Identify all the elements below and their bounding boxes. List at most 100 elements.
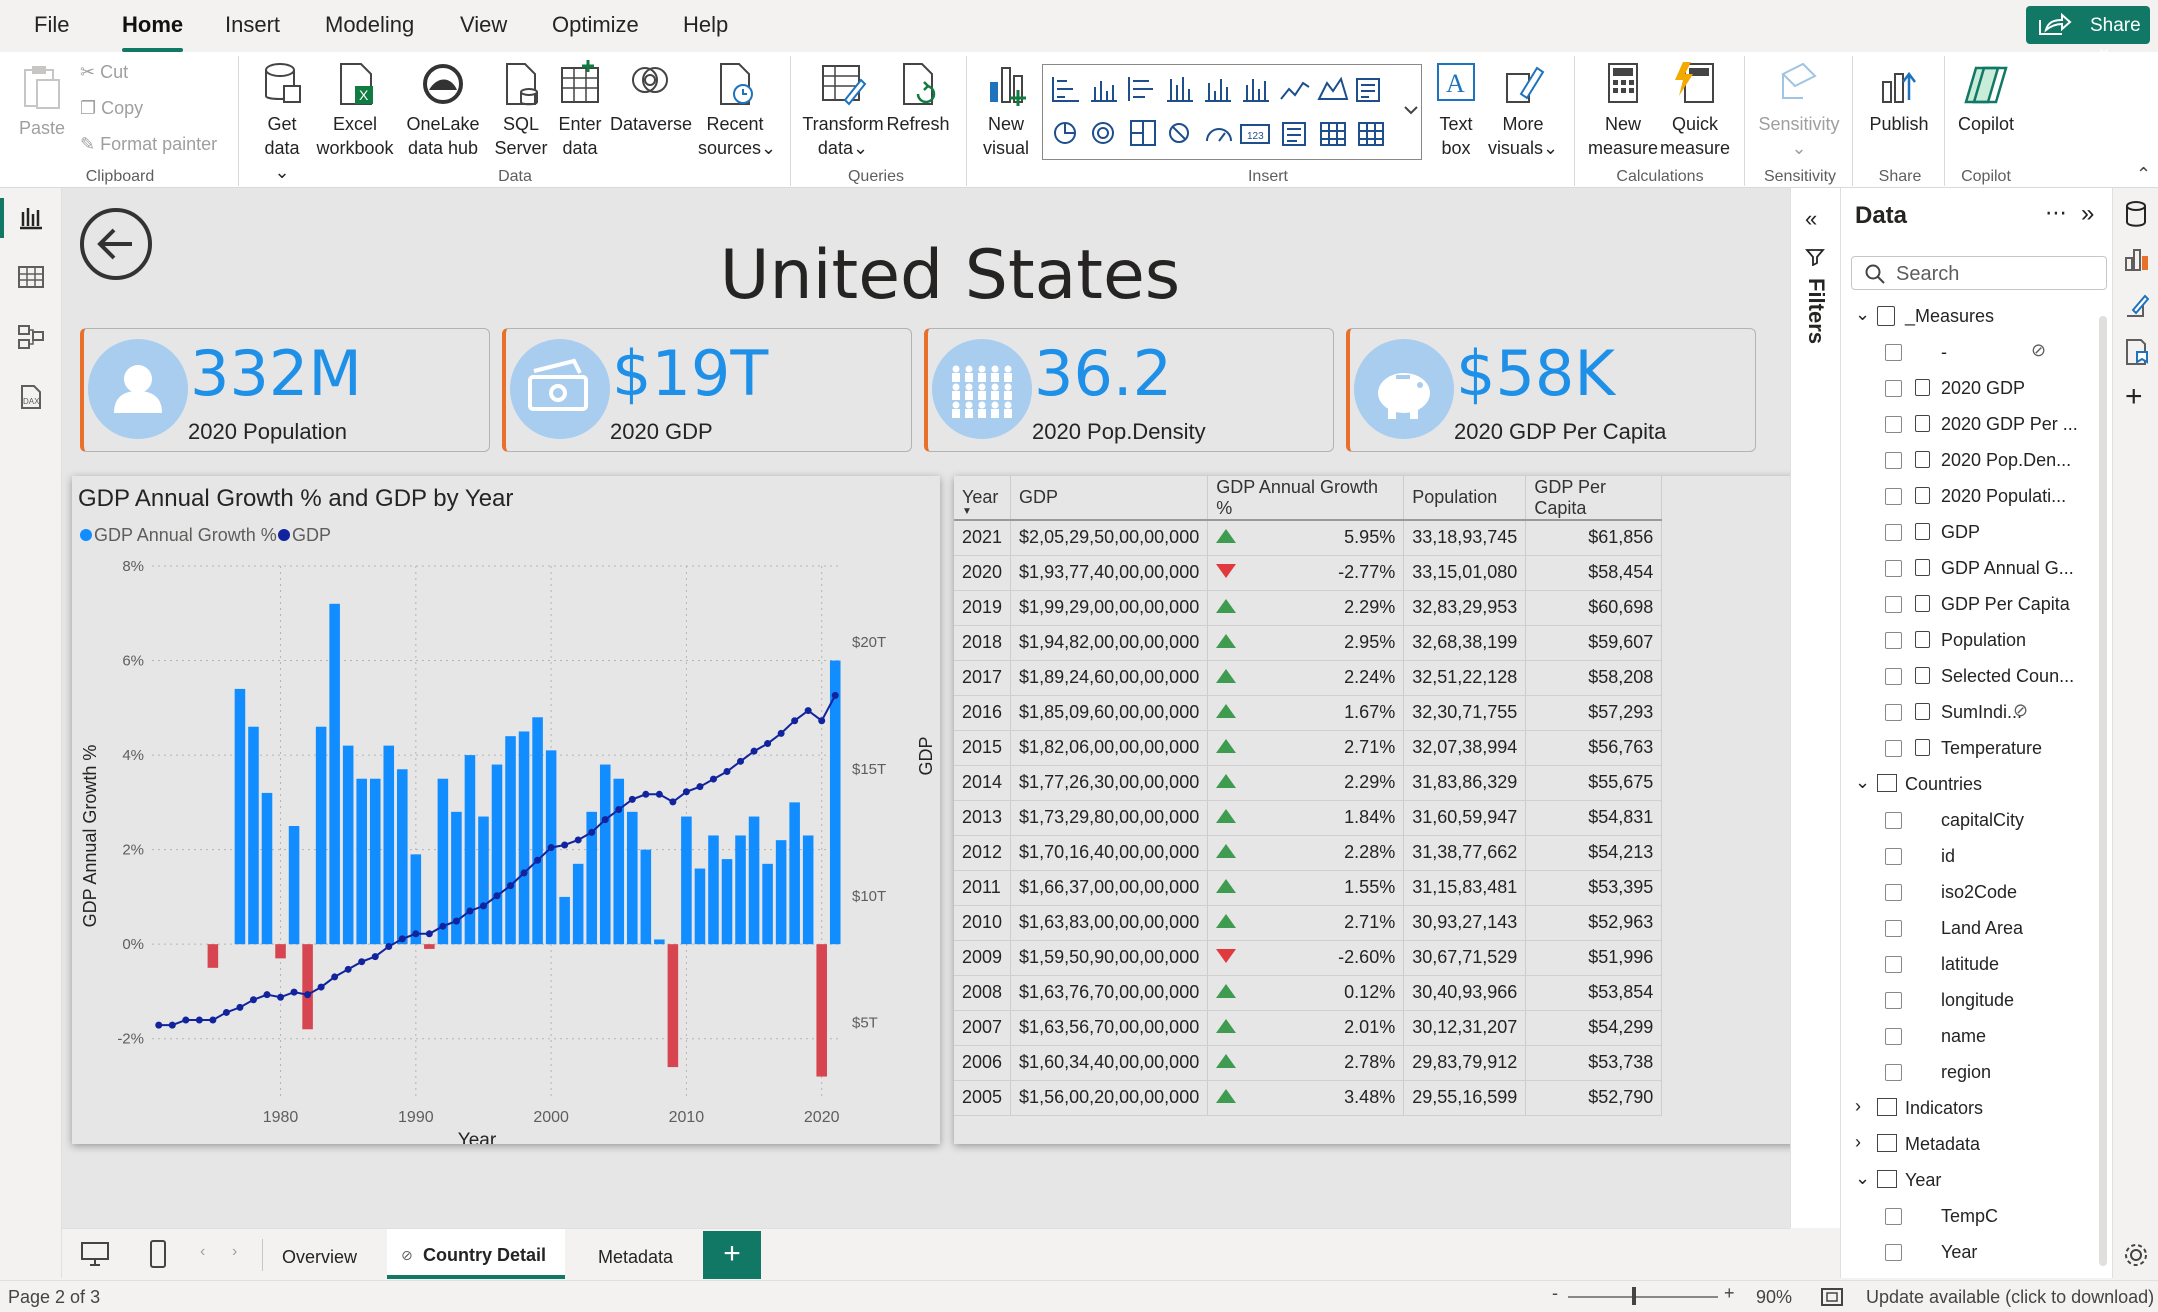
bar[interactable] — [437, 778, 449, 945]
data-pane-icon[interactable] — [2123, 200, 2149, 228]
model-view-icon[interactable] — [16, 322, 46, 352]
collapse-left-icon[interactable]: « — [1805, 206, 1817, 232]
col-header-year[interactable]: Year ▼ — [954, 476, 1012, 521]
bar[interactable] — [329, 603, 340, 945]
line-point[interactable] — [209, 1016, 217, 1024]
field-checkbox[interactable] — [1885, 560, 1902, 577]
data-table-visual[interactable]: Year ▼ GDP GDP Annual Growth % Population… — [954, 476, 1826, 1144]
quick-measure-button[interactable]: Quick measure — [1658, 60, 1732, 160]
zoom-slider[interactable] — [1568, 1296, 1718, 1298]
more-options-icon[interactable]: ⋯ — [2045, 200, 2067, 226]
table-row[interactable]: 2017 $1,89,24,60,00,00,000 2.24% 32,51,22,1… — [954, 660, 1663, 696]
bar[interactable] — [207, 944, 219, 968]
line-point[interactable] — [304, 991, 312, 999]
field-checkbox[interactable] — [1885, 632, 1902, 649]
field-checkbox[interactable] — [1885, 452, 1902, 469]
field-checkbox[interactable] — [1885, 920, 1902, 937]
table-row[interactable]: 2012 $1,70,16,40,00,00,000 2.28% 31,38,77,6… — [954, 835, 1663, 871]
menu-optimize[interactable]: Optimize — [552, 12, 639, 38]
line-point[interactable] — [696, 783, 704, 791]
line-point[interactable] — [155, 1021, 163, 1029]
line-point[interactable] — [791, 717, 799, 725]
line-point[interactable] — [425, 930, 433, 938]
copy-button[interactable]: ❐ Copy — [80, 98, 143, 119]
bar[interactable] — [694, 868, 706, 945]
update-available-link[interactable]: Update available (click to download) — [1866, 1287, 2154, 1308]
line-point[interactable] — [534, 856, 542, 864]
field-item[interactable]: name — [1885, 1024, 2095, 1054]
field-item[interactable]: GDP Per Capita — [1885, 592, 2095, 622]
onelake-button[interactable]: OneLake data hub — [398, 60, 488, 160]
add-page-button[interactable]: + — [703, 1231, 761, 1279]
table-node[interactable]: › Indicators — [1855, 1096, 2095, 1126]
line-point[interactable] — [263, 991, 271, 999]
line-point[interactable] — [439, 922, 447, 930]
legend-label[interactable]: GDP Annual Growth % — [94, 525, 277, 545]
report-view-icon[interactable] — [16, 202, 46, 232]
line-point[interactable] — [642, 790, 650, 798]
bar[interactable] — [315, 726, 327, 945]
field-item[interactable]: Population — [1885, 628, 2095, 658]
table-row[interactable]: 2016 $1,85,09,60,00,00,000 1.67% 32,30,71,7… — [954, 695, 1663, 731]
bar[interactable] — [397, 769, 408, 945]
table-node[interactable]: › Metadata — [1855, 1132, 2095, 1162]
bar[interactable] — [356, 778, 367, 945]
more-visuals-button[interactable]: More visuals⌄ — [1486, 60, 1560, 160]
sensitivity-button[interactable]: Sensitivity ⌄ — [1752, 60, 1846, 160]
bar[interactable] — [288, 826, 300, 945]
collapse-right-icon[interactable]: » — [2081, 200, 2094, 228]
line-point[interactable] — [317, 983, 325, 991]
field-item[interactable]: Selected Coun... — [1885, 664, 2095, 694]
bar[interactable] — [275, 944, 286, 959]
field-checkbox[interactable] — [1885, 884, 1902, 901]
bar[interactable] — [802, 835, 814, 945]
field-item[interactable]: Land Area — [1885, 916, 2095, 946]
field-item[interactable]: 2020 GDP — [1885, 376, 2095, 406]
bar[interactable] — [681, 816, 692, 945]
table-row[interactable]: 2011 $1,66,37,00,00,00,000 1.55% 31,15,83,4… — [954, 870, 1663, 906]
tab-country-detail[interactable]: ⊘ Country Detail — [387, 1229, 565, 1279]
bar[interactable] — [816, 944, 827, 1077]
text-box-button[interactable]: A Text box — [1428, 60, 1484, 160]
field-item[interactable]: 2020 Populati... — [1885, 484, 2095, 514]
line-point[interactable] — [520, 869, 528, 877]
bar[interactable] — [518, 731, 530, 945]
mobile-layout-icon[interactable] — [148, 1239, 168, 1269]
data-pane-scrollbar[interactable] — [2099, 316, 2107, 1266]
field-item[interactable]: region — [1885, 1060, 2095, 1090]
field-item[interactable]: TempC — [1885, 1204, 2095, 1234]
menu-home[interactable]: Home — [122, 12, 184, 52]
collapse-ribbon-icon[interactable]: ⌃ — [2136, 164, 2151, 185]
field-checkbox[interactable] — [1885, 1244, 1902, 1261]
bar[interactable] — [789, 802, 800, 945]
field-item[interactable]: GDP — [1885, 520, 2095, 550]
field-item[interactable]: id — [1885, 844, 2095, 874]
add-pane-icon[interactable]: + — [2125, 380, 2143, 414]
chevron-down-icon[interactable]: ⌄ — [1855, 1168, 1870, 1189]
bar[interactable] — [748, 816, 760, 945]
dataverse-button[interactable]: Dataverse — [606, 60, 696, 136]
bar[interactable] — [478, 816, 489, 945]
legend-label[interactable]: GDP — [292, 525, 331, 545]
zoom-slider-thumb[interactable] — [1632, 1287, 1636, 1305]
chevron-right-icon[interactable]: › — [232, 1243, 237, 1261]
line-point[interactable] — [750, 747, 758, 755]
line-point[interactable] — [168, 1021, 176, 1029]
search-input[interactable]: Search — [1851, 256, 2107, 290]
bar[interactable] — [491, 764, 503, 945]
table-row[interactable]: 2014 $1,77,26,30,00,00,000 2.29% 31,83,86,3… — [954, 765, 1663, 801]
table-row[interactable]: 2006 $1,60,34,40,00,00,000 2.78% 29,83,79,9… — [954, 1045, 1663, 1081]
format-icon[interactable] — [2123, 292, 2149, 320]
line-point[interactable] — [574, 836, 582, 844]
field-item[interactable]: SumIndi... ⊘ — [1885, 700, 2095, 730]
chevron-left-icon[interactable]: ‹ — [200, 1243, 205, 1261]
bar[interactable] — [234, 688, 246, 945]
col-header-growth[interactable]: GDP Annual Growth % — [1207, 476, 1405, 521]
line-point[interactable] — [412, 930, 420, 938]
bar[interactable] — [424, 944, 435, 949]
line-point[interactable] — [222, 1008, 230, 1016]
bar[interactable] — [654, 939, 665, 945]
col-header-gdp[interactable]: GDP — [1010, 476, 1209, 521]
transform-data-button[interactable]: Transform data⌄ — [800, 60, 886, 160]
line-point[interactable] — [764, 740, 772, 748]
